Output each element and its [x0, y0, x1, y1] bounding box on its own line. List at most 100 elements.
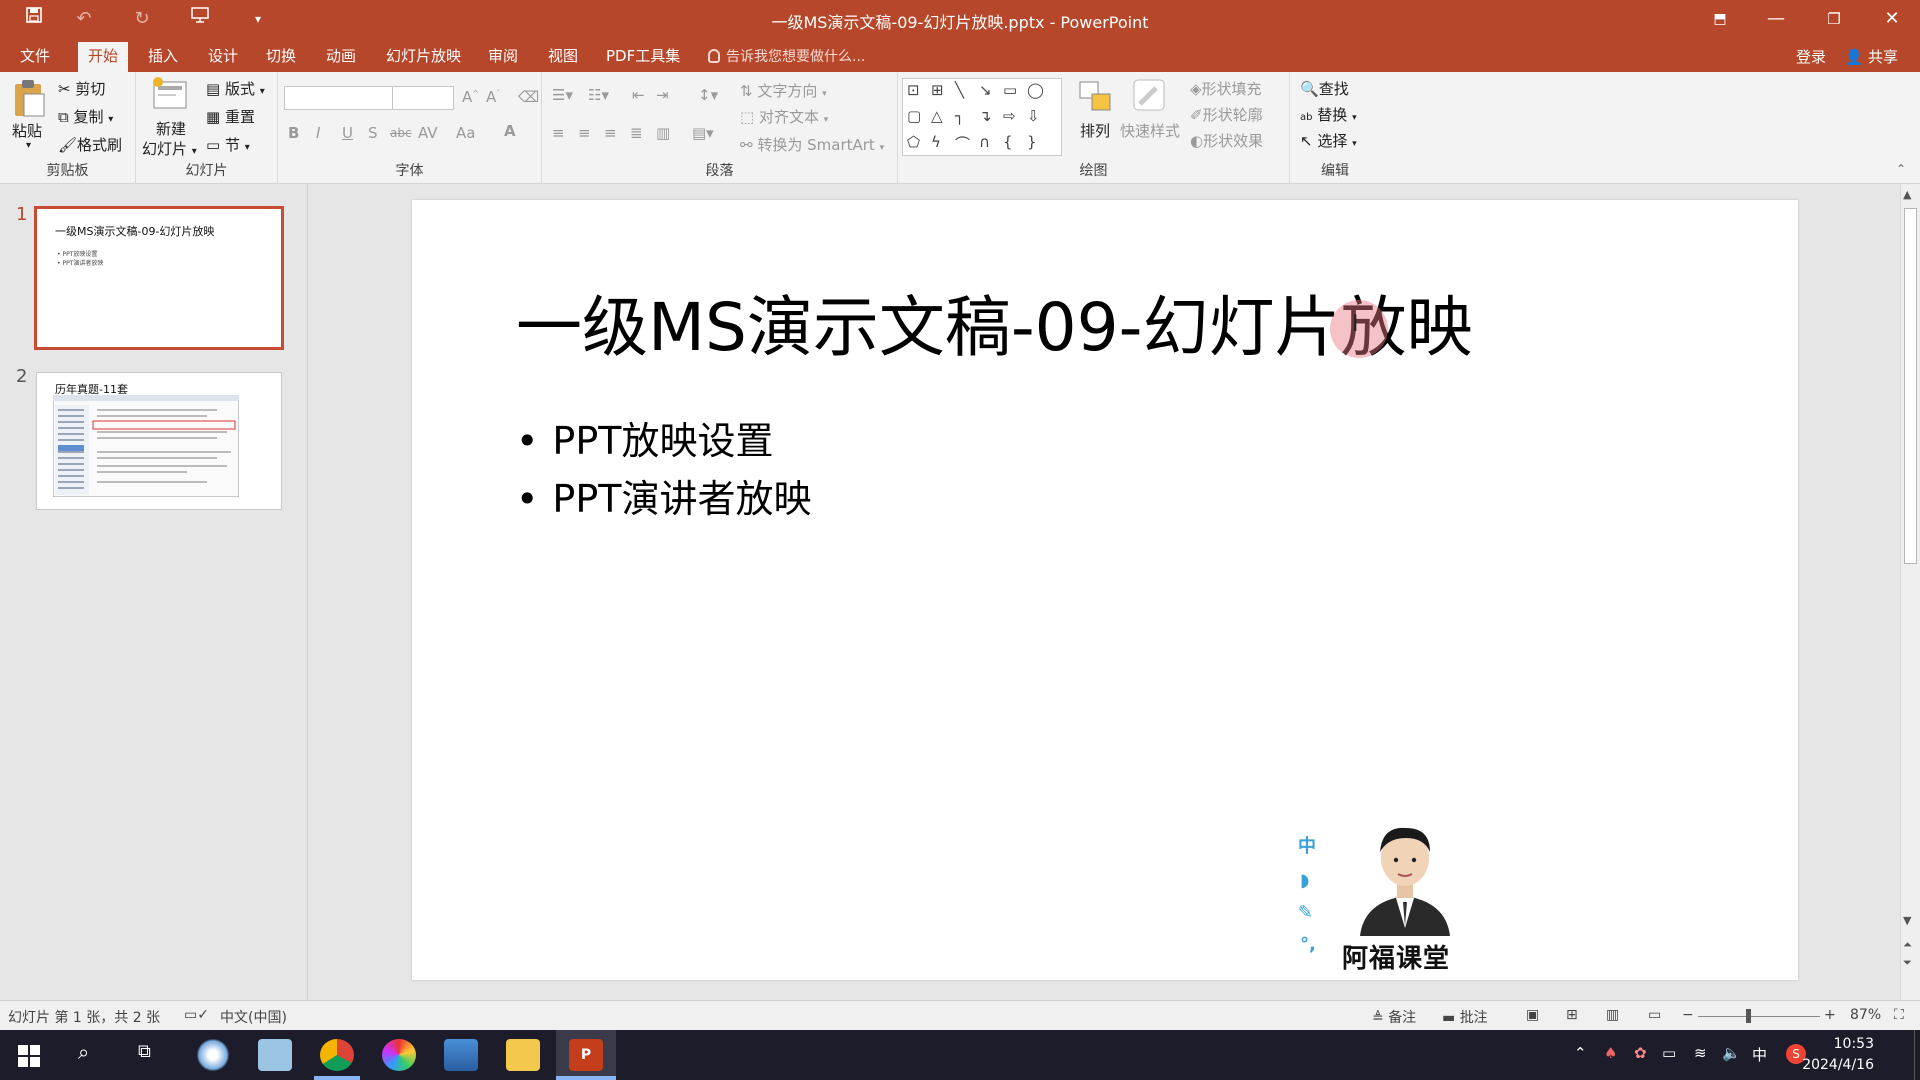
rounded-rect-shape-icon[interactable]: ▢ — [907, 107, 921, 125]
right-brace-shape-icon[interactable]: } — [1027, 133, 1037, 151]
columns-icon[interactable]: ▤▾ — [692, 124, 714, 142]
rectangle-shape-icon[interactable]: ▭ — [1003, 81, 1017, 99]
tray-app-icon-2[interactable]: ✿ — [1634, 1044, 1647, 1062]
copy-button[interactable]: ⧉ 复制 ▾ — [58, 106, 113, 127]
font-size-field[interactable] — [392, 86, 454, 110]
change-case-button[interactable]: Aa — [456, 124, 475, 142]
arrow-line-shape-icon[interactable]: ↘ — [979, 81, 992, 99]
slide-bullet-1[interactable]: • PPT放映设置 — [516, 410, 773, 465]
zoom-out-icon[interactable]: − — [1682, 1007, 1694, 1023]
cut-button[interactable]: ✂ 剪切 — [58, 78, 105, 99]
zoom-level[interactable]: 87% — [1850, 1007, 1881, 1023]
tab-file[interactable]: 文件 — [10, 42, 60, 72]
shape-outline-button[interactable]: ✐形状轮廓 — [1190, 104, 1263, 125]
scrollbar-thumb[interactable] — [1904, 208, 1917, 564]
font-color-button[interactable]: A — [504, 122, 516, 140]
wifi-icon[interactable]: ≋ — [1694, 1044, 1707, 1062]
tab-slideshow[interactable]: 幻灯片放映 — [376, 42, 471, 72]
format-painter-button[interactable]: 🖌格式刷 — [58, 134, 122, 155]
right-arrow-shape-icon[interactable]: ⇨ — [1003, 107, 1016, 125]
tell-me-box[interactable]: 告诉我您想要做什么... — [708, 46, 865, 66]
photos-app-icon[interactable] — [444, 1039, 478, 1071]
fit-to-window-icon[interactable]: ⛶ — [1894, 1007, 1904, 1023]
tab-pdf-tools[interactable]: PDF工具集 — [596, 42, 690, 72]
oval-shape-icon[interactable]: ◯ — [1027, 81, 1044, 99]
next-slide-icon[interactable]: ⏷ — [1903, 956, 1912, 970]
curve-shape-icon[interactable]: ⌒ — [955, 133, 970, 154]
scroll-down-icon[interactable]: ▼ — [1903, 914, 1911, 927]
convert-smartart-button[interactable]: ⚯ 转换为 SmartArt ▾ — [740, 134, 884, 155]
language-status[interactable]: 中文(中国) — [220, 1007, 287, 1027]
search-icon[interactable]: ⌕ — [78, 1040, 89, 1064]
slide-bullet-2[interactable]: • PPT演讲者放映 — [516, 468, 811, 523]
minimize-button[interactable]: — — [1748, 0, 1804, 38]
slide-sorter-icon[interactable]: ⊞ — [1566, 1007, 1578, 1023]
zoom-slider-handle[interactable] — [1746, 1009, 1751, 1023]
arc-shape-icon[interactable]: ∩ — [979, 133, 990, 151]
increase-indent-icon[interactable]: ⇥ — [656, 86, 669, 104]
grow-font-icon[interactable]: A^ — [462, 88, 479, 106]
notes-button[interactable]: ≜ 备注 — [1372, 1007, 1416, 1027]
elbow-connector-icon[interactable]: ┐ — [955, 107, 964, 125]
align-left-icon[interactable]: ≡ — [552, 124, 565, 142]
show-desktop-button[interactable] — [1914, 1030, 1920, 1080]
align-right-icon[interactable]: ≡ — [604, 124, 617, 142]
comments-button[interactable]: ▬ 批注 — [1442, 1007, 1488, 1027]
justify-icon[interactable]: ≣ — [630, 124, 643, 142]
restore-button[interactable]: ❐ — [1806, 0, 1862, 38]
text-direction-button[interactable]: ⇅ 文字方向 ▾ — [740, 80, 827, 101]
shadow-button[interactable]: S — [368, 124, 378, 142]
reading-view-icon[interactable]: ▥ — [1606, 1007, 1619, 1023]
vertical-textbox-shape-icon[interactable]: ⊞ — [931, 81, 944, 99]
left-brace-shape-icon[interactable]: { — [1003, 133, 1013, 151]
tab-review[interactable]: 审阅 — [478, 42, 528, 72]
elbow-arrow-icon[interactable]: ↴ — [979, 107, 992, 125]
strikethrough-button[interactable]: abc — [390, 126, 412, 140]
italic-button[interactable]: I — [316, 124, 320, 142]
slide-canvas[interactable]: 一级MS演示文稿-09-幻灯片放映 I • PPT放映设置 • PPT演讲者放映 中… — [412, 200, 1798, 980]
share-button[interactable]: 👤 共享 — [1845, 46, 1898, 67]
shrink-font-icon[interactable]: Aˇ — [486, 88, 500, 106]
distributed-icon[interactable]: ▥ — [656, 124, 670, 142]
align-text-button[interactable]: ⬚ 对齐文本 ▾ — [740, 106, 828, 127]
tray-expand-icon[interactable]: ⌃ — [1574, 1044, 1587, 1062]
lightning-shape-icon[interactable]: ϟ — [931, 133, 941, 151]
ime-indicator[interactable]: 中 — [1752, 1044, 1767, 1065]
shapes-gallery[interactable]: ⊡ ⊞ ╲ ↘ ▭ ◯ ▢ △ ┐ ↴ ⇨ ⇩ ⬠ ϟ ⌒ ∩ { } — [902, 78, 1062, 156]
color-wheel-app-icon[interactable] — [382, 1039, 416, 1071]
textbox-shape-icon[interactable]: ⊡ — [907, 81, 920, 99]
close-button[interactable]: ✕ — [1864, 0, 1920, 38]
freeform-shape-icon[interactable]: ⬠ — [907, 133, 920, 151]
tab-transitions[interactable]: 切换 — [256, 42, 306, 72]
char-spacing-button[interactable]: AV — [418, 124, 438, 142]
reset-button[interactable]: ▦ 重置 — [206, 106, 255, 127]
battery-icon[interactable]: ▭ — [1662, 1044, 1676, 1062]
slideshow-view-icon[interactable]: ▭ — [1648, 1007, 1661, 1023]
slide-thumbnail-1[interactable]: 一级MS演示文稿-09-幻灯片放映 • PPT放映设置 • PPT演讲者放映 — [34, 206, 284, 350]
tab-view[interactable]: 视图 — [538, 42, 588, 72]
collapse-ribbon-icon[interactable]: ⌃ — [1896, 162, 1906, 176]
shape-effects-button[interactable]: ◐形状效果 — [1190, 130, 1263, 151]
tray-app-icon-1[interactable]: ♠ — [1604, 1044, 1617, 1062]
flower-app-icon[interactable] — [196, 1039, 230, 1071]
chrome-icon[interactable] — [320, 1039, 354, 1071]
underline-button[interactable]: U — [342, 124, 353, 142]
align-center-icon[interactable]: ≡ — [578, 124, 591, 142]
normal-view-icon[interactable]: ▣ — [1526, 1007, 1539, 1023]
slide-title[interactable]: 一级MS演示文稿-09-幻灯片放映 — [516, 274, 1472, 370]
shape-fill-button[interactable]: ◈形状填充 — [1190, 78, 1262, 99]
ribbon-display-options-icon[interactable]: ⬒ — [1692, 0, 1748, 38]
vertical-scrollbar[interactable]: ▲ ▼ ⏶ ⏷ — [1900, 184, 1920, 1000]
line-spacing-icon[interactable]: ↕▾ — [698, 86, 718, 104]
tab-animations[interactable]: 动画 — [316, 42, 366, 72]
find-button[interactable]: 🔍查找 — [1300, 78, 1349, 99]
zoom-in-icon[interactable]: + — [1824, 1007, 1836, 1023]
decrease-indent-icon[interactable]: ⇤ — [632, 86, 645, 104]
tab-design[interactable]: 设计 — [198, 42, 248, 72]
slide-thumbnail-2[interactable]: 历年真题-11套 — [36, 372, 282, 510]
numbering-icon[interactable]: ☷▾ — [588, 86, 609, 104]
section-button[interactable]: ▭ 节 ▾ — [206, 134, 250, 155]
windows-start-icon[interactable] — [18, 1045, 40, 1067]
file-explorer-icon[interactable] — [506, 1039, 540, 1071]
spelling-check-icon[interactable]: ▭✓ — [184, 1007, 209, 1023]
